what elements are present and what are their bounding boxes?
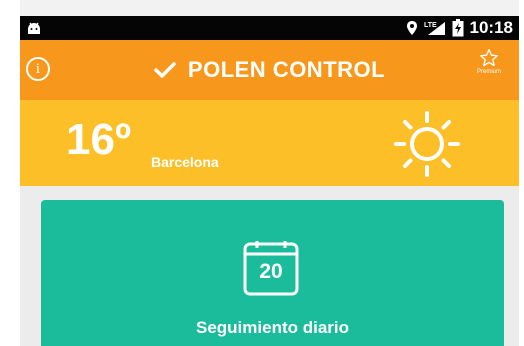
star-icon (480, 49, 498, 67)
sun-icon (394, 111, 460, 177)
app-screen: LTE 10:18 i POLEN CONTROL Premium 16º Ba… (20, 16, 519, 346)
app-title: POLEN CONTROL (187, 57, 386, 82)
status-icons: LTE 10:18 (406, 16, 513, 40)
check-icon (154, 62, 176, 78)
premium-label: Premium (476, 69, 501, 75)
lte-signal-icon: LTE (424, 22, 445, 35)
android-icon (28, 22, 40, 34)
battery-charging-icon (452, 19, 464, 37)
calendar-day: 20 (259, 260, 283, 283)
temperature: 16º (66, 115, 132, 164)
city-name: Barcelona (151, 154, 219, 170)
app-bar: i POLEN CONTROL Premium (20, 40, 519, 100)
calendar-icon: 20 (243, 240, 299, 296)
status-bar: LTE 10:18 (20, 16, 519, 40)
top-strip (20, 0, 519, 16)
right-margin (519, 0, 524, 346)
daily-tracking-card[interactable]: 20 Seguimiento diario (41, 200, 504, 346)
location-pin-icon (406, 21, 417, 35)
app-title-group: POLEN CONTROL (20, 40, 519, 100)
status-time: 10:18 (469, 18, 513, 37)
weather-bar: 16º Barcelona (20, 100, 519, 186)
daily-tracking-label: Seguimiento diario (195, 318, 350, 337)
svg-text:LTE: LTE (424, 22, 437, 29)
premium-button[interactable]: Premium (467, 48, 511, 94)
left-margin (0, 0, 20, 346)
